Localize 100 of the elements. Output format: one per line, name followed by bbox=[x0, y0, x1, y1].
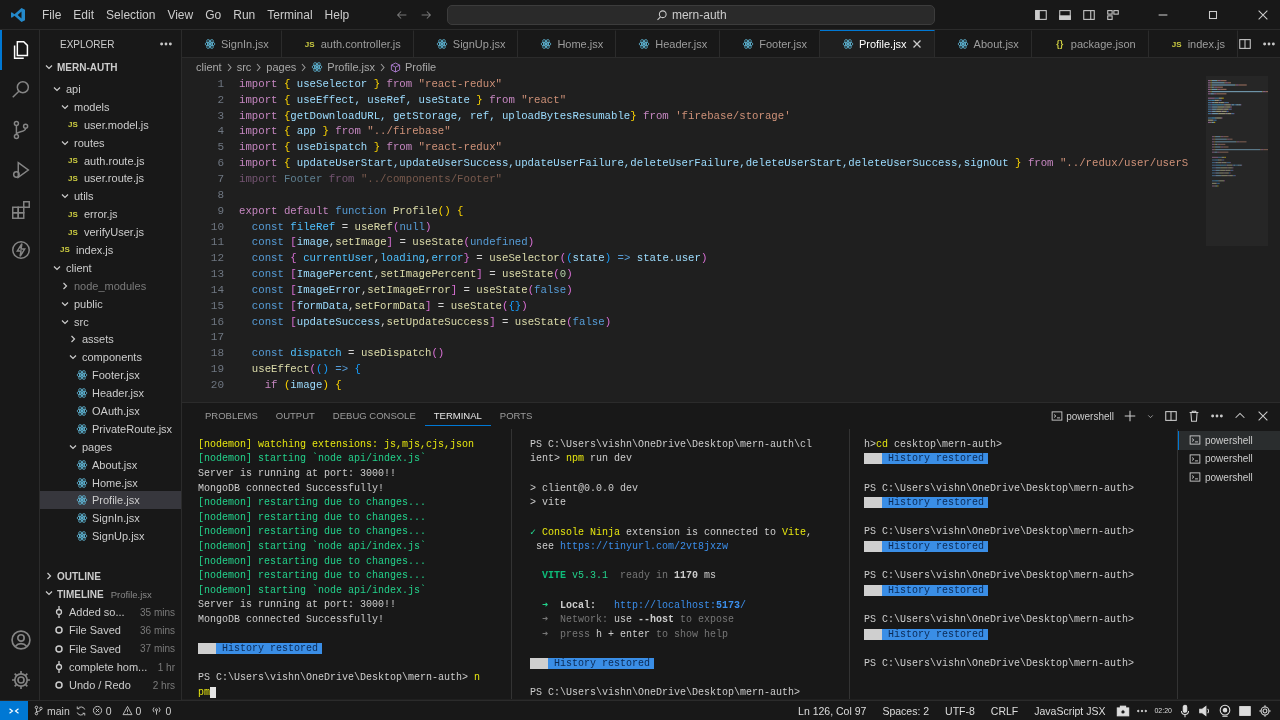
tree-item[interactable]: JS user.route.js bbox=[40, 169, 181, 188]
tree-item[interactable]: pages bbox=[40, 437, 181, 456]
remote-button[interactable] bbox=[0, 701, 28, 720]
plus-icon[interactable] bbox=[1123, 409, 1137, 423]
line-number: 9 bbox=[216, 204, 225, 217]
terminal-line: h>cd cesktop\mern-auth> bbox=[864, 438, 1003, 450]
tree-item[interactable]: SignUp.jsx bbox=[40, 527, 181, 546]
tree-item[interactable]: models bbox=[40, 97, 181, 116]
timeline-item[interactable]: Undo / Redo 2 hrs bbox=[40, 676, 181, 695]
menu-item[interactable]: Terminal bbox=[261, 5, 319, 24]
panel-tab[interactable]: OUTPUT bbox=[266, 406, 324, 426]
code-line: export default function Profile() { bbox=[239, 204, 464, 217]
menu-item[interactable]: Selection bbox=[100, 5, 162, 24]
tree-item[interactable]: node_modules bbox=[40, 276, 181, 295]
panel-tab[interactable]: PROBLEMS bbox=[196, 406, 267, 426]
menu-item[interactable]: View bbox=[161, 5, 200, 24]
tree-item[interactable]: Header.jsx bbox=[40, 384, 181, 403]
ports-button[interactable]: 0 bbox=[146, 704, 177, 717]
history-restored-label: History restored bbox=[864, 497, 988, 509]
tree-item[interactable]: utils bbox=[40, 187, 181, 206]
timeline-item[interactable]: File Saved 36 mins bbox=[40, 621, 181, 640]
commit-icon bbox=[54, 661, 64, 674]
breadcrumb-item[interactable]: src bbox=[236, 61, 252, 73]
line-number: 8 bbox=[216, 188, 225, 201]
menu-item[interactable]: File bbox=[36, 5, 68, 24]
trash-icon[interactable] bbox=[1187, 409, 1201, 423]
tree-item[interactable]: Home.jsx bbox=[40, 473, 181, 492]
tree-item[interactable]: assets bbox=[40, 330, 181, 349]
camera-icon[interactable] bbox=[1116, 703, 1131, 718]
tree-item[interactable]: JS auth.route.js bbox=[40, 151, 181, 170]
window-icon[interactable] bbox=[1238, 703, 1252, 718]
split-editor-icon[interactable] bbox=[1237, 36, 1252, 51]
sync-icon[interactable] bbox=[74, 704, 87, 717]
split-terminal-icon[interactable] bbox=[1164, 409, 1178, 423]
settings-icon[interactable] bbox=[9, 669, 32, 691]
microphone-icon[interactable] bbox=[1178, 703, 1192, 718]
tree-item[interactable]: JS verifyUser.js bbox=[40, 223, 181, 241]
panel-tab[interactable]: DEBUG CONSOLE bbox=[323, 406, 425, 426]
tree-item[interactable]: Footer.jsx bbox=[40, 366, 181, 385]
secondary-sidebar-icon[interactable] bbox=[1082, 7, 1096, 22]
tree-item[interactable]: components bbox=[40, 348, 181, 367]
close-icon[interactable] bbox=[1256, 409, 1270, 423]
code-line: const [formData,setFormData] = useState({}) bbox=[250, 299, 528, 312]
indentation-button[interactable]: Spaces: 2 bbox=[877, 704, 935, 717]
terminal-session-item[interactable]: powershell bbox=[1178, 468, 1280, 487]
command-center-field[interactable]: mern-auth bbox=[447, 4, 936, 25]
errors-button[interactable]: 0 bbox=[86, 704, 117, 717]
editor-tab[interactable]: Profile.jsx bbox=[819, 30, 935, 57]
encoding-button[interactable]: UTF-8 bbox=[940, 704, 980, 717]
code-line: import { useSelector } from "react-redux" bbox=[239, 77, 502, 90]
branch-button[interactable]: main bbox=[28, 704, 75, 717]
menu-item[interactable]: Go bbox=[199, 5, 228, 24]
menu-item[interactable]: Run bbox=[227, 5, 262, 24]
webcam-icon[interactable] bbox=[1218, 703, 1232, 718]
tree-item[interactable]: JS index.js bbox=[40, 241, 181, 259]
tree-item[interactable]: routes bbox=[40, 133, 181, 152]
tree-item[interactable]: api bbox=[40, 80, 181, 98]
tree-item[interactable]: OAuth.jsx bbox=[40, 402, 181, 420]
tree-item[interactable]: src bbox=[40, 312, 181, 331]
tree-item[interactable]: client bbox=[40, 258, 181, 277]
tree-item[interactable]: Profile.jsx bbox=[40, 491, 181, 510]
tree-item[interactable]: SignIn.jsx bbox=[40, 509, 181, 528]
timeline-item[interactable]: complete hom... 1 hr bbox=[40, 657, 181, 677]
terminal-line: MongoDB connected Successfully! bbox=[198, 613, 385, 625]
breadcrumb-item[interactable]: pages bbox=[266, 61, 297, 73]
tree-item[interactable]: JS user.model.js bbox=[40, 115, 181, 134]
timeline-item[interactable]: Added so... 35 mins bbox=[40, 603, 181, 622]
terminal-shell-button[interactable]: powershell bbox=[1051, 410, 1114, 422]
menu-item[interactable]: Edit bbox=[67, 5, 101, 24]
tree-item[interactable]: public bbox=[40, 294, 181, 313]
breadcrumb-item[interactable]: Profile bbox=[405, 61, 437, 73]
breadcrumb-item[interactable]: Profile.jsx bbox=[327, 61, 376, 73]
tree-item[interactable]: PrivateRoute.jsx bbox=[40, 419, 181, 438]
js-icon: JS bbox=[68, 209, 80, 219]
cursor-position[interactable]: Ln 126, Col 97 bbox=[793, 704, 872, 717]
panel-tab[interactable]: TERMINAL bbox=[424, 406, 491, 426]
circle-icon bbox=[54, 625, 64, 636]
react-icon bbox=[76, 387, 88, 400]
timeline-item[interactable]: File Saved 37 mins bbox=[40, 639, 181, 658]
panel-tab[interactable]: PORTS bbox=[490, 406, 542, 426]
js-icon: JS bbox=[68, 173, 80, 183]
section-header[interactable]: MERN-AUTH bbox=[40, 58, 181, 76]
terminal-session-item[interactable]: powershell bbox=[1178, 431, 1280, 450]
tree-item[interactable]: JS error.js bbox=[40, 205, 181, 224]
speaker-icon[interactable] bbox=[1198, 703, 1212, 718]
line-ending-button[interactable]: CRLF bbox=[985, 704, 1024, 717]
layout-icon[interactable] bbox=[1106, 7, 1120, 22]
section-header[interactable]: OUTLINE bbox=[40, 567, 181, 585]
close-icon[interactable] bbox=[911, 39, 922, 49]
terminal-session-item[interactable]: powershell bbox=[1178, 449, 1280, 468]
section-header[interactable]: TIMELINE bbox=[57, 588, 104, 600]
breadcrumb-item[interactable]: client bbox=[196, 61, 222, 73]
tree-item[interactable]: About.jsx bbox=[40, 455, 181, 474]
panel-toggle-icon[interactable] bbox=[1058, 7, 1072, 22]
warnings-button[interactable]: 0 bbox=[116, 704, 147, 717]
code-line: import { useEffect, useRef, useState } from "react" bbox=[239, 93, 567, 106]
language-mode-button[interactable]: JavaScript JSX bbox=[1029, 704, 1111, 717]
account-icon[interactable] bbox=[9, 629, 32, 651]
sidebar-toggle-icon[interactable] bbox=[1034, 7, 1048, 22]
menu-item[interactable]: Help bbox=[318, 5, 356, 24]
